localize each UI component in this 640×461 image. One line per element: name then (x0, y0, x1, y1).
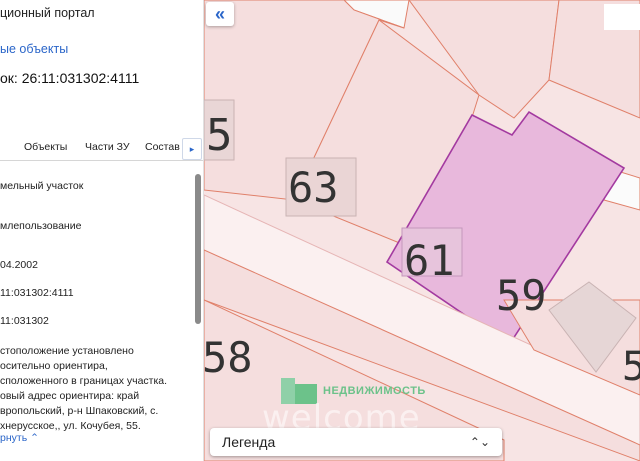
map-control-box (604, 4, 640, 30)
address-line: осительно ориентира, (0, 360, 108, 372)
house-number: 61 (404, 236, 455, 285)
sidebar-panel: ционный портал ые объекты ок: 26:11:0313… (0, 0, 204, 461)
house-number: 59 (496, 271, 547, 320)
parcel-heading: ок: 26:11:031302:4111 (0, 70, 140, 86)
collapse-link[interactable]: рнуть ⌃ (0, 432, 39, 444)
triangle-right-icon: ▸ (189, 143, 195, 154)
watermark-brand: НЕДВИЖИМОСТЬ (323, 385, 426, 397)
info-line: млепользование (0, 220, 82, 232)
tab-composition[interactable]: Состав (145, 141, 180, 153)
tab-parts[interactable]: Части ЗУ (85, 141, 130, 153)
collapse-label: рнуть (0, 432, 28, 444)
double-chevron-left-icon: « (214, 3, 225, 24)
house-number: 58 (204, 333, 253, 382)
scrollbar-thumb[interactable] (195, 174, 201, 324)
objects-link[interactable]: ые объекты (0, 42, 68, 56)
collapse-panel-button[interactable]: « (206, 2, 234, 26)
tab-objects[interactable]: Объекты (24, 141, 67, 153)
info-line: 04.2002 (0, 259, 38, 271)
chevron-up-icon: ⌃ (30, 432, 39, 444)
tab-bar: Объекты Части ЗУ Состав ▸ (0, 136, 204, 161)
address-line: сположенного в границах участка. (0, 375, 168, 387)
info-line: 11:031302:4111 (0, 287, 74, 299)
legend-dropdown[interactable]: Легенда ⌃⌄ (210, 428, 502, 456)
house-number: 5 (622, 344, 640, 390)
address-line: овый адрес ориентира: край (0, 390, 140, 402)
legend-label: Легенда (222, 434, 276, 450)
divider (203, 0, 204, 461)
address-block: стоположение установлено осительно ориен… (0, 344, 196, 434)
info-line: 11:031302 (0, 315, 49, 327)
house-number: 63 (288, 163, 339, 212)
portal-title: ционный портал (0, 6, 95, 20)
address-line: вропольский, р-н Шпаковский, с. (0, 405, 159, 417)
house-number: 5 (206, 110, 233, 161)
info-line: мельный участок (0, 180, 84, 192)
up-down-chevron-icon: ⌃⌄ (469, 435, 490, 449)
tab-scroll-button[interactable]: ▸ (182, 138, 202, 160)
address-line: стоположение установлено (0, 345, 134, 357)
